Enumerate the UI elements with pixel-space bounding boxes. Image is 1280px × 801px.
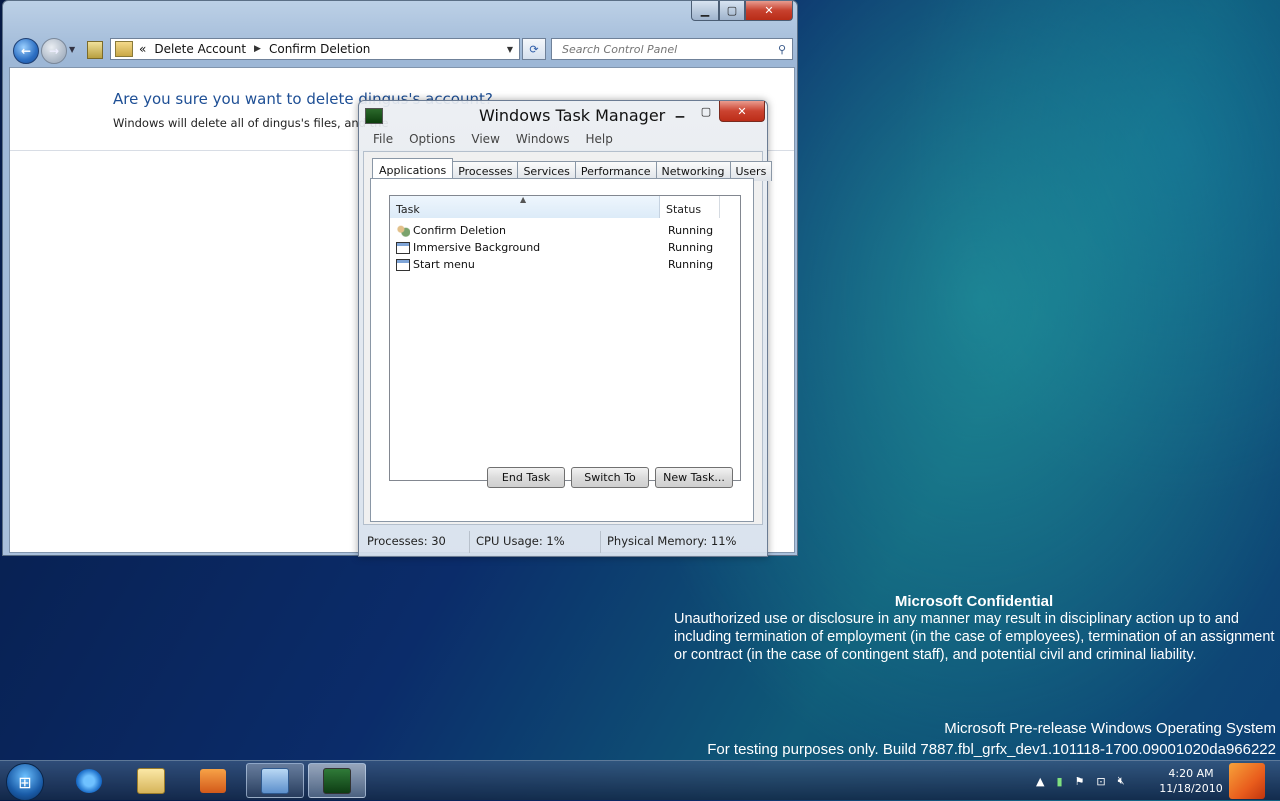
menu-windows[interactable]: Windows [516, 132, 570, 150]
taskbar: ⊞ ▲ ▮ ⚑ ⊡ 🔇︎ 4:20 AM 11/18/2010 [0, 760, 1280, 801]
task-manager-icon[interactable] [365, 108, 383, 124]
media-player-icon [200, 768, 226, 793]
clock-date: 11/18/2010 [1159, 782, 1223, 795]
forward-arrow-icon: → [48, 44, 60, 58]
task-rows: Confirm Deletion Running Immersive Backg… [390, 222, 740, 273]
windows-logo-icon: ⊞ [18, 772, 32, 792]
cp-maximize-button[interactable]: ▢ [719, 1, 745, 21]
task-manager-icon [323, 767, 351, 794]
action-center-flag-icon[interactable]: ⚑ [1075, 775, 1085, 788]
menu-options[interactable]: Options [409, 132, 455, 150]
back-button[interactable]: ← [13, 38, 39, 64]
task-status: Running [668, 224, 714, 237]
build-line-1: Microsoft Pre-release Windows Operating … [944, 720, 1276, 737]
table-row[interactable]: Start menu Running [390, 256, 740, 273]
tm-client-area: Applications Processes Services Performa… [363, 151, 773, 525]
column-header-task[interactable]: ▲ Task [390, 195, 660, 218]
column-status-label: Status [666, 203, 702, 216]
window-title: Windows Task Manager [479, 106, 666, 125]
start-button[interactable]: ⊞ [6, 763, 44, 801]
breadcrumb-delete-account[interactable]: Delete Account [154, 42, 246, 56]
task-name: Immersive Background [413, 241, 541, 254]
confidential-watermark: Microsoft Confidential Unauthorized use … [674, 593, 1278, 664]
taskbar-file-explorer[interactable] [122, 763, 180, 798]
task-name: Confirm Deletion [413, 224, 506, 237]
refresh-icon: ⟳ [529, 42, 539, 56]
address-prefix: « [139, 42, 147, 56]
control-panel-icon [261, 767, 289, 794]
status-bar: Processes: 30 CPU Usage: 1% Physical Mem… [363, 531, 763, 553]
status-cpu: CPU Usage: 1% [470, 531, 601, 553]
switch-to-button[interactable]: Switch To [571, 467, 649, 488]
task-name: Start menu [413, 258, 475, 271]
status-memory: Physical Memory: 11% [607, 534, 737, 548]
show-hidden-icons-icon[interactable]: ▲ [1036, 775, 1044, 788]
clock-time: 4:20 AM [1168, 767, 1214, 780]
tm-close-button[interactable]: ✕ [719, 101, 765, 122]
address-bar[interactable]: « Delete Account ▶ Confirm Deletion ▼ [110, 38, 520, 60]
build-line-2: For testing purposes only. Build 7887.fb… [707, 741, 1276, 758]
taskbar-internet-explorer[interactable] [60, 763, 118, 798]
cp-close-button[interactable]: ✕ [745, 1, 793, 21]
volume-muted-icon[interactable]: 🔇︎ [1118, 774, 1125, 788]
watermark-body: Unauthorized use or disclosure in any ma… [674, 611, 1275, 663]
cp-minimize-button[interactable]: ▁ [691, 1, 719, 21]
window-icon [396, 241, 410, 254]
taskbar-control-panel[interactable] [246, 763, 304, 798]
sort-ascending-icon: ▲ [520, 195, 527, 204]
forward-button[interactable]: → [41, 38, 67, 64]
internet-explorer-icon [76, 768, 102, 793]
task-status: Running [668, 241, 714, 254]
notification-area: ▲ ▮ ⚑ ⊡ 🔇︎ [1030, 761, 1131, 801]
list-header: ▲ Task Status [390, 195, 740, 218]
file-explorer-icon [137, 767, 165, 794]
folder-icon [87, 41, 103, 59]
table-row[interactable]: Immersive Background Running [390, 239, 740, 256]
battery-icon[interactable]: ▮ [1056, 775, 1062, 788]
breadcrumb-separator-icon[interactable]: ▶ [254, 44, 261, 54]
clock[interactable]: 4:20 AM 11/18/2010 [1158, 766, 1224, 796]
refresh-button[interactable]: ⟳ [522, 38, 546, 60]
applications-panel: ▲ Task Status Confirm Deletion Running I… [370, 178, 754, 522]
tm-caption-buttons: ▁ ▢ ✕ [667, 101, 765, 122]
watermark-title: Microsoft Confidential [894, 593, 1054, 610]
show-desktop-button[interactable] [1229, 763, 1265, 799]
users-icon [115, 41, 133, 57]
tm-maximize-button[interactable]: ▢ [693, 101, 719, 121]
column-header-status[interactable]: Status [660, 196, 720, 218]
window-icon [396, 258, 410, 271]
task-list[interactable]: ▲ Task Status Confirm Deletion Running I… [389, 195, 741, 481]
taskbar-media-player[interactable] [184, 763, 242, 798]
column-task-label: Task [396, 203, 420, 216]
back-arrow-icon: ← [20, 44, 32, 58]
menu-help[interactable]: Help [585, 132, 612, 150]
table-row[interactable]: Confirm Deletion Running [390, 222, 740, 239]
menu-view[interactable]: View [471, 132, 499, 150]
network-icon[interactable]: ⊡ [1096, 775, 1105, 788]
page-description: Windows will delete all of dingus's file… [113, 116, 389, 130]
end-task-button[interactable]: End Task [487, 467, 565, 488]
cp-caption-buttons: ▁ ▢ ✕ [691, 1, 793, 21]
users-icon [396, 224, 410, 237]
menu-bar: File Options View Windows Help [365, 132, 761, 150]
breadcrumb-confirm-deletion[interactable]: Confirm Deletion [269, 42, 370, 56]
recent-pages-dropdown[interactable]: ▼ [69, 45, 75, 54]
search-box[interactable]: ⚲ [551, 38, 793, 60]
search-icon[interactable]: ⚲ [778, 43, 786, 56]
tm-minimize-button[interactable]: ▁ [667, 101, 693, 121]
menu-file[interactable]: File [373, 132, 393, 150]
task-status: Running [668, 258, 714, 271]
new-task-button[interactable]: New Task... [655, 467, 733, 488]
taskbar-task-manager[interactable] [308, 763, 366, 798]
task-manager-window: Windows Task Manager ▁ ▢ ✕ File Options … [358, 100, 773, 557]
chevron-down-icon[interactable]: ▼ [507, 45, 513, 54]
status-processes: Processes: 30 [363, 531, 470, 553]
search-input[interactable] [560, 41, 764, 57]
